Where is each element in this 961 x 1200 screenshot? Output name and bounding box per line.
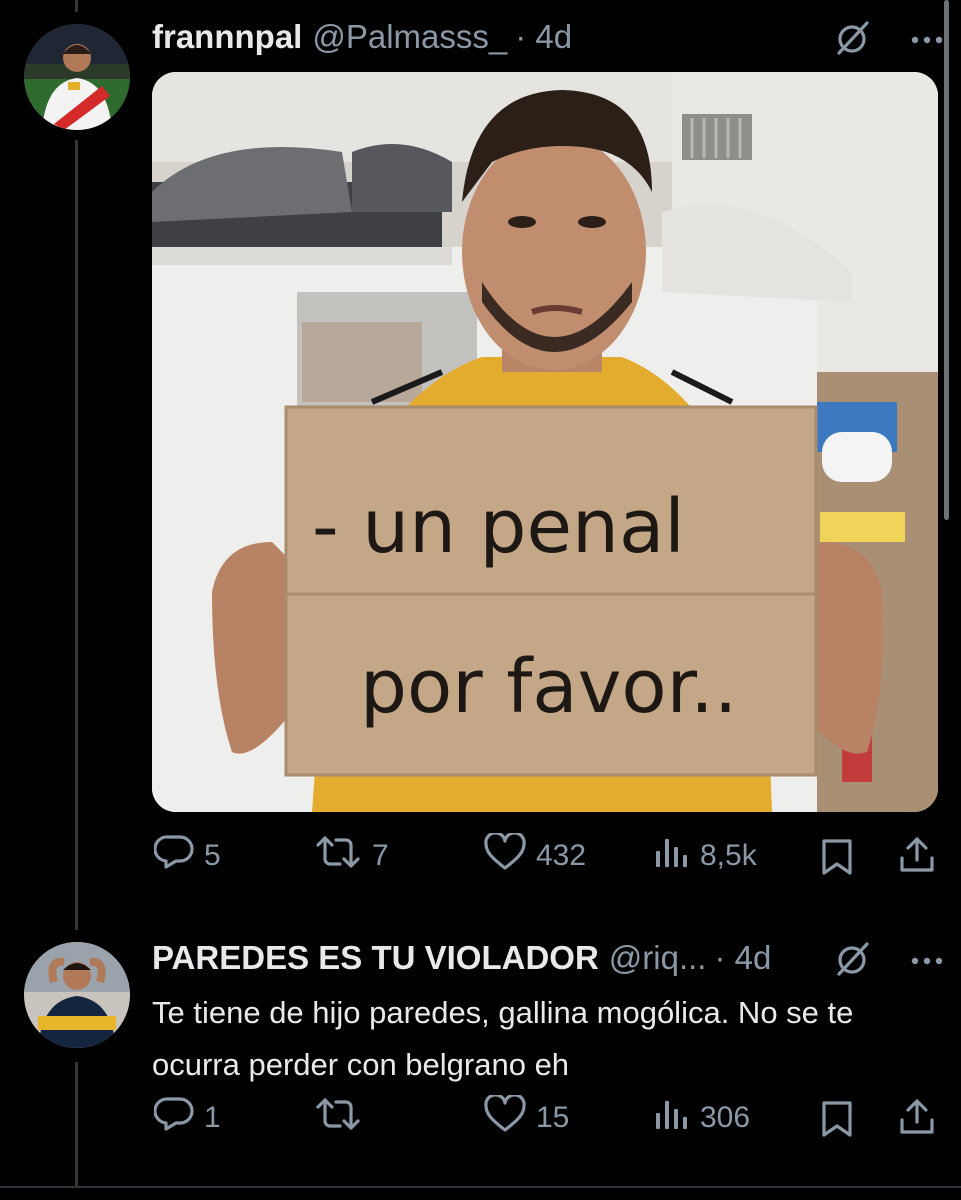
sign-text-line1: - un penal bbox=[312, 484, 685, 570]
tweet-actions: 1 15 306 bbox=[152, 1093, 942, 1141]
handle[interactable]: @Palmasss_ bbox=[312, 18, 507, 56]
avatar[interactable] bbox=[24, 24, 130, 130]
avatar[interactable] bbox=[24, 942, 130, 1048]
tweet-header-icons bbox=[834, 20, 944, 61]
thread-line-top bbox=[75, 0, 78, 12]
scrollbar[interactable] bbox=[944, 0, 949, 520]
tweet-text: Te tiene de hijo paredes, gallina mogóli… bbox=[152, 995, 854, 1082]
handle[interactable]: @riq... bbox=[609, 939, 707, 977]
tweet-header: frannnpal @Palmasss_ · 4d bbox=[152, 18, 572, 56]
tweet-header: PAREDES ES TU VIOLADOR @riq... · 4d bbox=[152, 939, 771, 977]
sign-text-line2: por favor.. bbox=[360, 644, 737, 730]
grok-icon[interactable] bbox=[834, 941, 870, 982]
like-count: 432 bbox=[536, 839, 587, 872]
timestamp[interactable]: · 4d bbox=[515, 18, 572, 56]
like-icon bbox=[484, 1093, 526, 1141]
display-name[interactable]: frannnpal bbox=[152, 18, 302, 56]
reply-icon bbox=[153, 1096, 194, 1140]
reply-icon bbox=[153, 834, 194, 878]
views-icon bbox=[654, 1097, 690, 1139]
views-count: 8,5k bbox=[700, 839, 757, 872]
retweet-button[interactable] bbox=[314, 1097, 372, 1139]
like-icon bbox=[484, 831, 526, 879]
views-icon bbox=[654, 835, 690, 877]
more-icon[interactable] bbox=[910, 32, 944, 50]
share-icon[interactable] bbox=[898, 1098, 936, 1144]
tweet-header-icons bbox=[834, 941, 944, 982]
bookmark-icon[interactable] bbox=[820, 838, 854, 884]
like-count: 15 bbox=[536, 1101, 570, 1134]
like-button[interactable]: 432 bbox=[484, 831, 587, 879]
share-icon[interactable] bbox=[898, 836, 936, 882]
reply-count: 5 bbox=[204, 839, 221, 872]
like-button[interactable]: 15 bbox=[484, 1093, 570, 1141]
retweet-count: 7 bbox=[372, 839, 389, 872]
bookmark-icon[interactable] bbox=[820, 1100, 854, 1146]
retweet-button[interactable]: 7 bbox=[314, 835, 389, 877]
tweet-image[interactable]: - un penal por favor.. bbox=[152, 72, 938, 812]
display-name[interactable]: PAREDES ES TU VIOLADOR bbox=[152, 939, 599, 977]
views-count: 306 bbox=[700, 1101, 751, 1134]
views-button[interactable]: 306 bbox=[654, 1097, 750, 1139]
thread-line-bottom bbox=[75, 1062, 78, 1186]
tweet-actions: 5 7 432 8,5k bbox=[152, 831, 942, 879]
reply-button[interactable]: 5 bbox=[153, 834, 221, 878]
retweet-icon bbox=[314, 1097, 362, 1139]
views-button[interactable]: 8,5k bbox=[654, 835, 757, 877]
retweet-icon bbox=[314, 835, 362, 877]
more-icon[interactable] bbox=[910, 953, 944, 971]
timestamp[interactable]: · 4d bbox=[714, 939, 771, 977]
divider bbox=[0, 1186, 961, 1188]
reply-button[interactable]: 1 bbox=[153, 1096, 221, 1140]
grok-icon[interactable] bbox=[834, 20, 870, 61]
thread-line bbox=[75, 140, 78, 930]
reply-count: 1 bbox=[204, 1101, 221, 1134]
